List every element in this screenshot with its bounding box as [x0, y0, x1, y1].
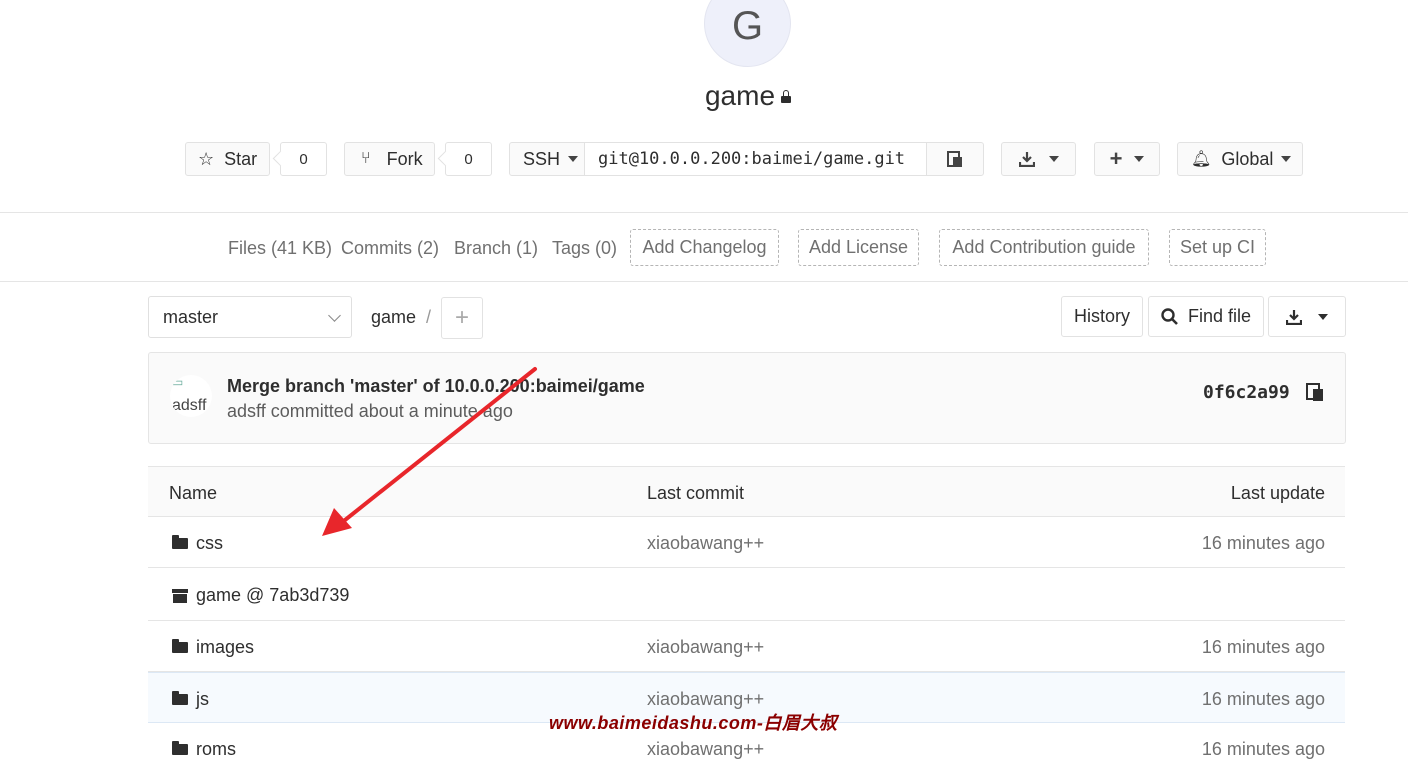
folder-icon: [172, 741, 188, 755]
copy-url-button[interactable]: [926, 142, 984, 176]
last-commit-link[interactable]: xiaobawang++: [647, 637, 764, 658]
chevron-down-icon: [328, 309, 341, 322]
download-dropdown[interactable]: [1001, 142, 1076, 176]
caret-down-icon: [1281, 156, 1292, 162]
folder-icon: [172, 639, 188, 653]
setup-ci-button[interactable]: Set up CI: [1169, 229, 1266, 266]
fork-button[interactable]: ⑂ Fork: [344, 142, 435, 176]
file-name-link[interactable]: roms: [196, 739, 236, 760]
folder-icon: [172, 535, 188, 549]
plus-icon: +: [1109, 146, 1123, 171]
commit-message[interactable]: Merge branch 'master' of 10.0.0.200:baim…: [227, 376, 645, 397]
author-avatar[interactable]: ▭ adsff: [170, 375, 212, 417]
last-update: 16 minutes ago: [1201, 637, 1325, 657]
tags-stat[interactable]: Tags (0): [552, 228, 617, 268]
table-header: Name Last commit Last update: [148, 466, 1345, 517]
add-to-tree-button[interactable]: +: [441, 297, 483, 339]
notification-dropdown[interactable]: 🔔︎ Global: [1177, 142, 1303, 176]
project-title: game: [0, 80, 1408, 112]
table-row[interactable]: images xiaobawang++ 16 minutes ago: [148, 621, 1345, 672]
clone-protocol-dropdown[interactable]: SSH: [509, 142, 585, 176]
history-button[interactable]: History: [1061, 296, 1143, 337]
new-item-dropdown[interactable]: +: [1094, 142, 1160, 176]
project-avatar: G: [704, 0, 791, 67]
download-icon: [1286, 309, 1302, 325]
lock-icon: [781, 90, 792, 103]
last-commit-link[interactable]: xiaobawang++: [647, 689, 764, 710]
branch-select[interactable]: master: [148, 296, 352, 338]
fork-count[interactable]: 0: [445, 142, 492, 176]
breadcrumb-project[interactable]: game: [371, 307, 416, 327]
commit-meta: adsff committed about a minute ago: [227, 401, 513, 421]
last-commit-panel: [148, 352, 1346, 444]
file-name-link[interactable]: js: [196, 689, 209, 710]
commit-sha[interactable]: 0f6c2a99: [1203, 382, 1290, 403]
last-update: 16 minutes ago: [1201, 739, 1325, 759]
table-row[interactable]: css xiaobawang++ 16 minutes ago: [148, 517, 1345, 568]
caret-down-icon: [568, 156, 579, 162]
star-icon: ☆: [198, 148, 215, 169]
broken-image-icon: ▭: [172, 375, 184, 389]
star-button[interactable]: ☆ Star: [185, 142, 270, 176]
last-commit-link[interactable]: xiaobawang++: [647, 533, 764, 554]
files-stat[interactable]: Files (41 KB): [228, 228, 332, 268]
search-icon: [1161, 307, 1178, 325]
add-contribution-guide-button[interactable]: Add Contribution guide: [939, 229, 1149, 266]
folder-icon: [172, 691, 188, 705]
watermark: www.baimeidashu.com-白眉大叔: [549, 713, 838, 733]
last-update: 16 minutes ago: [1201, 689, 1325, 709]
clone-url-field[interactable]: git@10.0.0.200:baimei/game.git: [584, 142, 927, 176]
breadcrumb: game /: [371, 307, 432, 327]
plus-icon: +: [454, 304, 469, 331]
file-name-link[interactable]: css: [196, 533, 223, 554]
divider: [0, 212, 1408, 213]
archive-icon: [172, 588, 188, 603]
last-update: 16 minutes ago: [1201, 533, 1325, 553]
fork-icon: ⑂: [361, 150, 371, 167]
bell-icon: 🔔︎: [1191, 151, 1212, 168]
caret-down-icon: [1048, 156, 1059, 162]
branch-stat[interactable]: Branch (1): [454, 228, 538, 268]
caret-down-icon: [1134, 156, 1145, 162]
download-archive-dropdown[interactable]: [1268, 296, 1346, 337]
copy-sha-button[interactable]: [1306, 382, 1324, 407]
download-icon: [1018, 152, 1035, 167]
file-name-link[interactable]: images: [196, 637, 254, 658]
divider: [0, 281, 1408, 282]
add-license-button[interactable]: Add License: [798, 229, 919, 266]
add-changelog-button[interactable]: Add Changelog: [630, 229, 779, 266]
find-file-button[interactable]: Find file: [1148, 296, 1264, 337]
last-commit-link[interactable]: xiaobawang++: [647, 739, 764, 760]
star-count[interactable]: 0: [280, 142, 327, 176]
clipboard-icon: [947, 151, 962, 167]
submodule-link[interactable]: game @ 7ab3d739: [196, 585, 349, 606]
caret-down-icon: [1318, 313, 1328, 320]
commits-stat[interactable]: Commits (2): [341, 228, 439, 268]
table-row[interactable]: game @ 7ab3d739: [148, 568, 1345, 621]
clipboard-icon: [1306, 383, 1323, 401]
